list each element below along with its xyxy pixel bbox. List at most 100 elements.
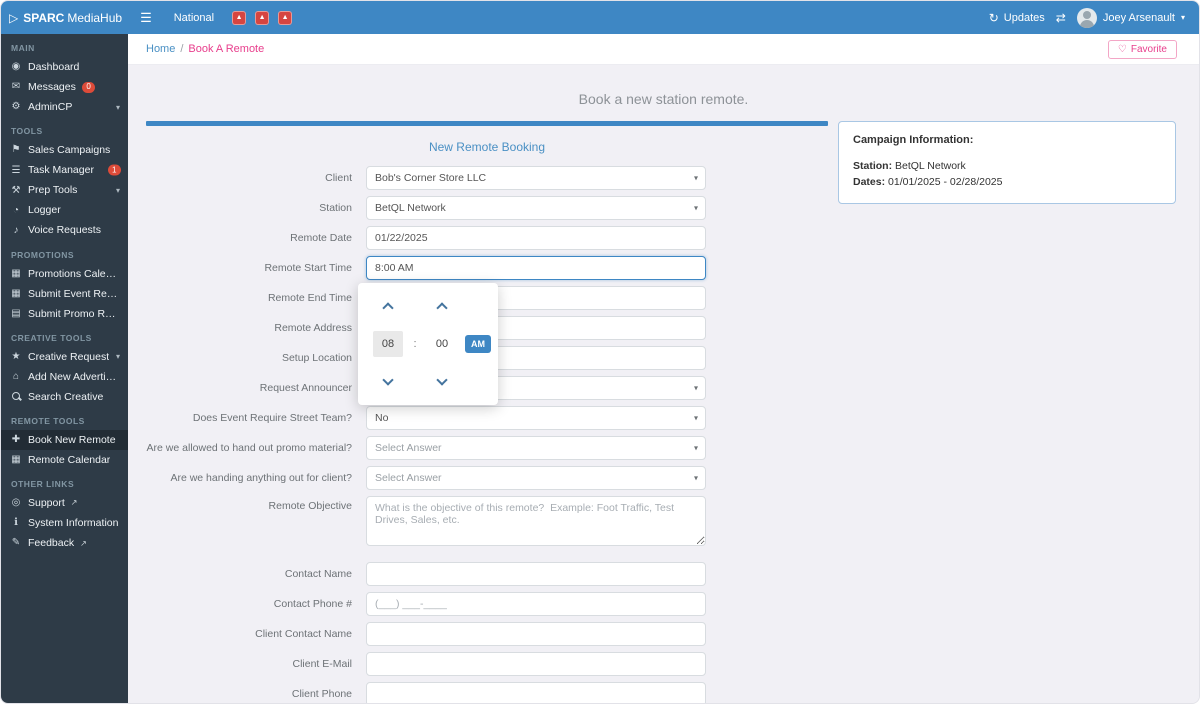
sidebar-section-title-tools: TOOLS: [11, 126, 43, 137]
breadcrumb-home-link[interactable]: Home: [146, 43, 175, 55]
field-label-client-phone: Client Phone: [291, 688, 352, 700]
sidebar-item-book-new-remote[interactable]: ✚ Book New Remote: [1, 429, 128, 450]
menu-toggle-icon[interactable]: ☰: [130, 1, 162, 34]
field-client-contact-name[interactable]: [366, 622, 706, 646]
updates-icon: ↻: [988, 10, 999, 25]
field-label-remote-date: Remote Date: [290, 232, 352, 244]
sidebar-item-submit-event-request[interactable]: ▦ Submit Event Request: [1, 284, 128, 304]
field-label-remote-address: Remote Address: [274, 322, 352, 334]
sidebar-item-sales-campaigns[interactable]: ⚑ Sales Campaigns: [1, 140, 128, 160]
sidebar-item-system-information[interactable]: ℹ System Information: [1, 513, 128, 533]
hour-decrement-button[interactable]: [368, 365, 408, 395]
station-logo[interactable]: ▲: [278, 10, 293, 25]
form-row-remote-objective: Remote Objective: [146, 496, 828, 546]
field-remote-start-time[interactable]: [366, 256, 706, 280]
sidebar-item-admincp[interactable]: ⚙ AdminCP ▾: [1, 97, 128, 117]
campaign-dates-line: Dates: 01/01/2025 - 02/28/2025: [853, 175, 1161, 189]
field-label-street-team: Does Event Require Street Team?: [192, 412, 352, 424]
station-logo-icon: ▲: [281, 14, 289, 21]
field-client-email[interactable]: [366, 652, 706, 676]
hour-increment-button[interactable]: [368, 293, 408, 323]
field-client-phone[interactable]: [366, 682, 706, 703]
favorite-button[interactable]: ♡ Favorite: [1107, 39, 1177, 59]
toolbox-icon: ⚒: [11, 184, 21, 196]
sidebar-item-label: Logger: [28, 204, 61, 217]
sidebar-item-dashboard[interactable]: ◉ Dashboard: [1, 57, 128, 77]
sidebar-item-task-manager[interactable]: ☰ Task Manager 1: [1, 160, 128, 180]
panel-accent-bar: [146, 121, 828, 126]
external-link-icon: ↗: [70, 498, 78, 508]
field-label-remote-end-time: Remote End Time: [267, 292, 352, 304]
field-label-promo-material: Are we allowed to hand out promo materia…: [146, 442, 352, 454]
field-label-contact-phone: Contact Phone #: [273, 598, 352, 610]
chevron-up-icon: [382, 302, 394, 314]
station-logos: ▲ ▲ ▲: [232, 10, 293, 25]
sidebar-item-messages[interactable]: ✉ Messages 0: [1, 77, 128, 97]
updates-button[interactable]: ↻ Updates: [989, 11, 1045, 25]
field-station[interactable]: [366, 196, 706, 220]
info-icon: ℹ: [14, 517, 18, 529]
form-row-handing-out: Are we handing anything out for client? ▾: [146, 466, 828, 490]
sidebar-item-feedback[interactable]: ✎ Feedback ↗: [1, 533, 128, 553]
form-row-client-phone: Client Phone: [146, 682, 828, 703]
field-remote-objective[interactable]: [366, 496, 706, 546]
sidebar-item-voice-requests[interactable]: ♪ Voice Requests: [1, 220, 128, 240]
favorite-label: Favorite: [1130, 43, 1167, 55]
sidebar-item-label: System Information: [28, 517, 119, 530]
field-client[interactable]: [366, 166, 706, 190]
field-label-setup-location: Setup Location: [281, 352, 352, 364]
field-street-team[interactable]: [366, 406, 706, 430]
gear-icon: ⚙: [11, 101, 21, 113]
meridiem-toggle-button[interactable]: AM: [465, 335, 491, 353]
field-label-remote-objective: Remote Objective: [268, 500, 352, 512]
field-label-request-announcer: Request Announcer: [259, 382, 352, 394]
sidebar-item-label: Submit Promo Request: [28, 307, 119, 320]
form-row-client: Client ▾: [146, 166, 828, 190]
minute-value[interactable]: 00: [436, 338, 448, 350]
field-label-remote-start-time: Remote Start Time: [264, 262, 352, 274]
form-row-remote-start-time: Remote Start Time: [146, 256, 828, 280]
clock-icon: ◔: [12, 204, 20, 216]
sidebar-item-label: Submit Event Request: [28, 287, 119, 300]
topbar-right: ↻ Updates ⇄ Joey Arsenault ▾: [989, 7, 1199, 28]
shuffle-icon[interactable]: ⇄: [1056, 11, 1066, 25]
brand-title-bold: SPARC: [23, 10, 65, 25]
time-picker-grid: 08 : 00 AM: [368, 293, 491, 395]
file-icon: ▤: [11, 307, 21, 319]
field-remote-date[interactable]: [366, 226, 706, 250]
sidebar-item-label: Voice Requests: [28, 224, 101, 237]
sidebar-item-label: Feedback: [28, 537, 75, 550]
sidebar-item-add-new-advertiser[interactable]: ⌂ Add New Advertiser: [1, 367, 128, 387]
sidebar-item-label: AdminCP: [28, 101, 73, 114]
sidebar-item-support[interactable]: ◎ Support ↗: [1, 493, 128, 513]
sidebar-item-promotions-calendar[interactable]: ▦ Promotions Calendar: [1, 264, 128, 284]
sidebar-item-prep-tools[interactable]: ⚒ Prep Tools ▾: [1, 180, 128, 200]
sidebar-nav: MAIN ◉ Dashboard ✉ Messages 0 ⚙ AdminCP ▾ TOOLS ⚑ S…: [1, 34, 128, 703]
brand-logo-icon: ▷: [9, 10, 19, 25]
top-navbar: ▷ SPARC MediaHub ☰ National ▲ ▲ ▲ ↻ Updates…: [1, 1, 1199, 34]
brand[interactable]: ▷ SPARC MediaHub: [1, 11, 130, 25]
campaign-dates-value: 01/01/2025 - 02/28/2025: [888, 176, 1003, 189]
field-handing-out[interactable]: [366, 466, 706, 490]
station-logo-icon: ▲: [235, 14, 243, 21]
sidebar-item-submit-promo-request[interactable]: ▤ Submit Promo Request: [1, 304, 128, 324]
sidebar-item-search-creative[interactable]: Search Creative: [1, 387, 128, 407]
minute-increment-button[interactable]: [422, 293, 462, 323]
sidebar-item-logger[interactable]: ◔ Logger: [1, 200, 128, 220]
station-logo[interactable]: ▲: [255, 10, 270, 25]
campaign-info-title: Campaign Information:: [853, 134, 974, 146]
brand-title: SPARC MediaHub: [23, 11, 122, 25]
station-logo[interactable]: ▲: [232, 10, 247, 25]
user-menu[interactable]: Joey Arsenault ▾: [1076, 7, 1185, 28]
chevron-down-icon: ▾: [115, 102, 120, 112]
minute-decrement-button[interactable]: [422, 365, 462, 395]
sidebar-item-remote-calendar[interactable]: ▦ Remote Calendar: [1, 450, 128, 470]
field-label-client-contact-name: Client Contact Name: [255, 628, 352, 640]
hour-value[interactable]: 08: [372, 331, 404, 357]
field-promo-material[interactable]: [366, 436, 706, 460]
dashboard-icon: ◉: [11, 61, 21, 73]
field-contact-name[interactable]: [366, 562, 706, 586]
field-contact-phone[interactable]: [366, 592, 706, 616]
sidebar-item-creative-request[interactable]: ★ Creative Request ▾: [1, 347, 128, 367]
campaign-station-value: BetQL Network: [895, 160, 966, 172]
